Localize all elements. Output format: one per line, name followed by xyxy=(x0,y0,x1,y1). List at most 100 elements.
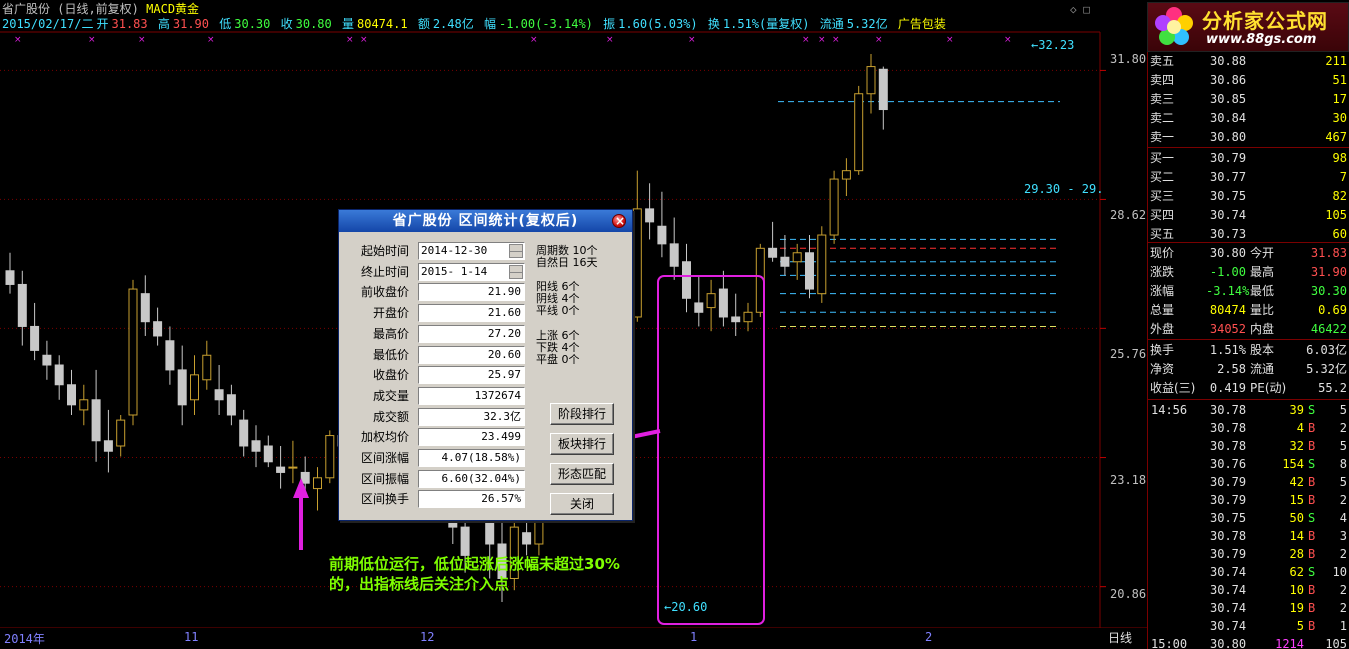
ask-row[interactable]: 卖一 30.80 467 xyxy=(1148,128,1349,147)
dialog-field-text: 6.60(32.04%) xyxy=(441,471,521,485)
dialog-stat: 下跌 4个 xyxy=(536,341,580,354)
tick-volume: 50 xyxy=(1289,511,1304,525)
ask-row[interactable]: 卖三 30.85 17 xyxy=(1148,90,1349,109)
dialog-field-text: 20.60 xyxy=(487,347,521,361)
price-tick: 23.18 xyxy=(1110,473,1147,487)
book-price: 30.80 xyxy=(1210,130,1247,144)
tick-side: B xyxy=(1308,547,1316,561)
spinner-icon[interactable] xyxy=(509,244,523,258)
tick-price: 30.79 xyxy=(1210,493,1247,507)
date-picker[interactable]: 2014-12-30 xyxy=(418,242,525,260)
divider xyxy=(1148,242,1349,243)
window-corner-icons[interactable]: ◇ □ xyxy=(1070,3,1090,16)
dialog-field-label: 最低价 xyxy=(372,347,409,362)
price-tick: 25.76 xyxy=(1110,347,1147,361)
quote-value: 46422 xyxy=(1310,322,1347,336)
signal-marker: × xyxy=(606,35,614,45)
finance-value: 5.32亿 xyxy=(1306,362,1347,376)
date-picker[interactable]: 2015- 1-14 xyxy=(418,262,525,281)
tick-side: B xyxy=(1308,529,1316,543)
tick-row[interactable]: 30.74 62 S 10 xyxy=(1148,563,1349,581)
dialog-title-bar[interactable]: 省广股份 区间统计(复权后) xyxy=(339,210,632,232)
dialog-field-row: 开盘价 21.60 xyxy=(339,303,529,323)
close-button[interactable]: 关闭 xyxy=(550,493,614,515)
ask-row[interactable]: 卖二 30.84 30 xyxy=(1148,109,1349,128)
book-price: 30.79 xyxy=(1210,151,1247,165)
tick-price: 30.79 xyxy=(1210,475,1247,489)
tick-volume: 1214 xyxy=(1275,637,1304,649)
book-volume: 17 xyxy=(1332,92,1347,106)
bid-row[interactable]: 买四 30.74 105 xyxy=(1148,206,1349,225)
candle-body xyxy=(54,364,64,386)
level-price-tag: 29.30 - 29. xyxy=(1024,182,1104,196)
sector-ranking-button[interactable]: 板块排行 xyxy=(550,433,614,455)
logo-url[interactable]: www.88gs.com xyxy=(1206,32,1316,47)
tick-row[interactable]: 30.79 15 B 2 xyxy=(1148,491,1349,509)
tick-count: 8 xyxy=(1339,457,1347,471)
close-icon[interactable] xyxy=(612,210,626,232)
dialog-field-value: 1372674 xyxy=(418,386,525,405)
tick-count: 2 xyxy=(1339,547,1347,561)
quote-panel: 卖五 30.88 211 卖四 30.86 51 卖三 30.85 17 卖二 30.84 30 卖一 3… xyxy=(1147,52,1349,649)
candle-body xyxy=(522,532,532,545)
ohlc-info-bar: 2015/02/17/二开 31.83 高 31.90 低 30.30 收 30.80 … xyxy=(2,16,949,32)
signal-marker: × xyxy=(688,35,696,45)
signal-marker: × xyxy=(138,35,146,45)
flower-logo-icon xyxy=(1155,7,1193,45)
ad-label[interactable]: 广告包装 xyxy=(898,17,946,31)
tick-side: S xyxy=(1308,511,1316,525)
candle-body xyxy=(116,419,126,447)
close-label: 收 xyxy=(280,17,293,31)
candle-body xyxy=(792,252,802,263)
tick-row[interactable]: 30.74 10 B 2 xyxy=(1148,581,1349,599)
bid-row[interactable]: 买三 30.75 82 xyxy=(1148,187,1349,206)
tick-price: 30.76 xyxy=(1210,457,1247,471)
tick-price: 30.78 xyxy=(1210,403,1247,417)
amplitude-label: 振 xyxy=(603,17,616,31)
tick-row[interactable]: 30.74 19 B 2 xyxy=(1148,599,1349,617)
ask-row[interactable]: 卖五 30.88 211 xyxy=(1148,52,1349,71)
tick-volume: 14 xyxy=(1289,529,1304,543)
book-price: 30.77 xyxy=(1210,170,1247,184)
quote-value: 30.30 xyxy=(1310,284,1347,298)
indicator-name[interactable]: MACD黄金 xyxy=(146,2,199,16)
candle-body xyxy=(214,389,224,401)
dialog-field-row: 前收盘价 21.90 xyxy=(339,282,529,302)
candle-body xyxy=(325,435,335,479)
interval-stats-dialog[interactable]: 省广股份 区间统计(复权后) 起始时间 2014-12-30 终止时间 2015- 1… xyxy=(338,209,633,521)
tick-row[interactable]: 30.75 50 S 4 xyxy=(1148,509,1349,527)
dialog-field-row: 终止时间 2015- 1-14 xyxy=(339,262,529,282)
tick-row[interactable]: 30.78 14 B 3 xyxy=(1148,527,1349,545)
tick-count: 1 xyxy=(1339,619,1347,633)
quote-label: 外盘 xyxy=(1150,322,1175,336)
tick-row[interactable]: 14:56 30.78 39 S 5 xyxy=(1148,401,1349,419)
quote-value: 0.69 xyxy=(1318,303,1347,317)
bid-row[interactable]: 买一 30.79 98 xyxy=(1148,149,1349,168)
signal-marker: × xyxy=(946,35,954,45)
tick-row[interactable]: 30.76 154 S 8 xyxy=(1148,455,1349,473)
tick-row[interactable]: 30.79 28 B 2 xyxy=(1148,545,1349,563)
book-level-label: 买二 xyxy=(1150,170,1175,184)
tick-row[interactable]: 30.74 5 B 1 xyxy=(1148,617,1349,635)
period-label[interactable]: 日线 xyxy=(1108,629,1132,646)
quote-value: 30.80 xyxy=(1209,246,1246,260)
divider xyxy=(1148,399,1349,400)
pattern-match-button[interactable]: 形态匹配 xyxy=(550,463,614,485)
spinner-icon[interactable] xyxy=(509,264,523,279)
tick-row[interactable]: 15:00 30.80 1214 105 xyxy=(1148,635,1349,649)
ask-row[interactable]: 卖四 30.86 51 xyxy=(1148,71,1349,90)
dialog-field-label: 加权均价 xyxy=(360,430,409,445)
book-level-label: 卖四 xyxy=(1150,73,1175,87)
tick-row[interactable]: 30.78 32 B 5 xyxy=(1148,437,1349,455)
finance-label: 换手 xyxy=(1150,343,1175,357)
tick-price: 30.79 xyxy=(1210,547,1247,561)
tick-row[interactable]: 30.79 42 B 5 xyxy=(1148,473,1349,491)
tick-price: 30.75 xyxy=(1210,511,1247,525)
bid-row[interactable]: 买二 30.77 7 xyxy=(1148,168,1349,187)
date-tick: 2 xyxy=(925,630,933,644)
tick-time: 15:00 xyxy=(1151,637,1188,649)
high-label: 高 xyxy=(157,17,170,31)
stage-ranking-button[interactable]: 阶段排行 xyxy=(550,403,614,425)
volume-value: 80474.1 xyxy=(357,17,408,31)
tick-row[interactable]: 30.78 4 B 2 xyxy=(1148,419,1349,437)
